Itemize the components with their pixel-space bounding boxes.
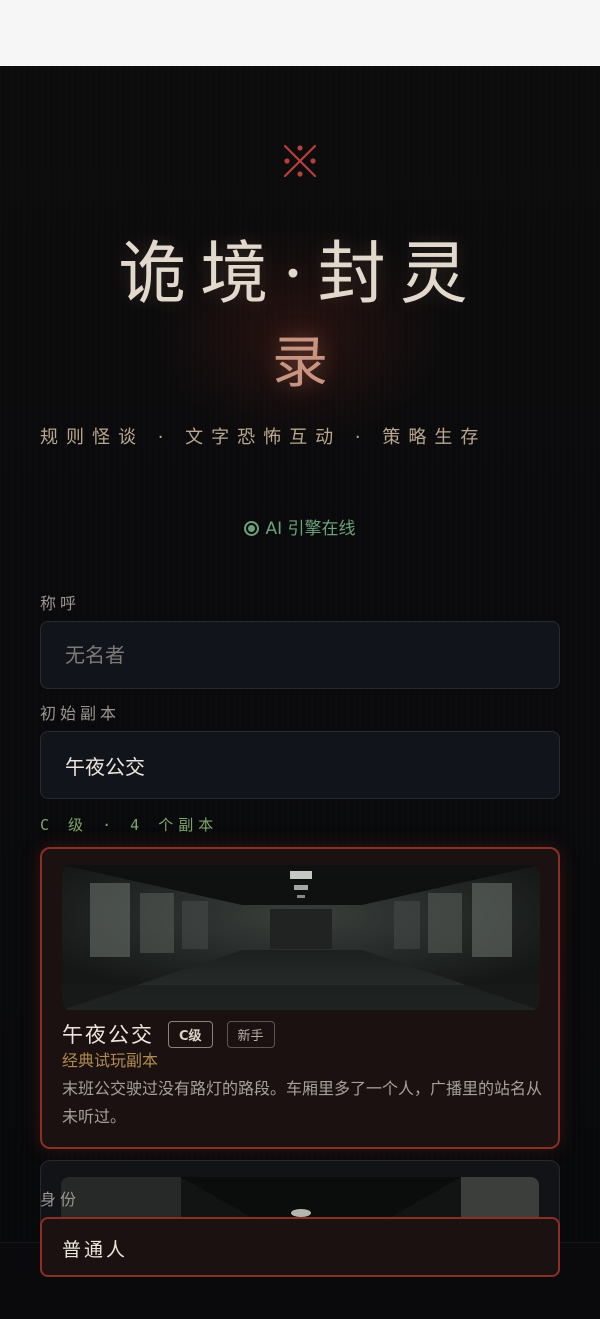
ai-status-indicator: AI 引擎在线 <box>0 514 600 539</box>
dungeon-count: C 级 · 4 个副本 <box>40 816 219 834</box>
identity-label: 身份 <box>40 1190 81 1209</box>
name-field[interactable] <box>40 621 560 689</box>
dungeon-label: 初始副本 <box>40 704 121 723</box>
dungeon-select[interactable]: 午夜公交 <box>40 731 560 799</box>
name-input[interactable] <box>65 643 535 667</box>
dungeon-select-value: 午夜公交 <box>65 754 145 779</box>
app-screen: 诡境·封灵 录 规则怪谈 · 文字恐怖互动 · 策略生存 AI 引擎在线 称呼 … <box>0 66 600 1319</box>
dungeon-tag: 经典试玩副本 <box>62 1051 159 1070</box>
bus-interior-image <box>62 865 540 1010</box>
app-subtitle: 规则怪谈 · 文字恐怖互动 · 策略生存 <box>40 427 487 448</box>
app-title-continued: 录 <box>272 331 328 396</box>
dungeon-card-midnight-bus[interactable]: 午夜公交 C级 新手 经典试玩副本 末班公交驶过没有路灯的路段。车厢里多了一个人… <box>40 847 560 1149</box>
card-title-row: 午夜公交 C级 新手 <box>62 1019 275 1049</box>
ai-status-text: AI 引擎在线 <box>265 519 356 539</box>
dungeon-name: 午夜公交 <box>62 1023 154 1047</box>
app-title: 诡境·封灵 <box>118 235 482 314</box>
name-label: 称呼 <box>40 594 81 613</box>
identity-select-value: 普通人 <box>62 1239 129 1261</box>
grade-badge: C级 <box>168 1020 213 1048</box>
ornament-x-icon <box>283 144 317 178</box>
identity-select[interactable]: 普通人 <box>40 1217 560 1277</box>
difficulty-badge: 新手 <box>226 1020 275 1048</box>
online-dot-icon <box>244 521 260 536</box>
dungeon-description: 末班公交驶过没有路灯的路段。车厢里多了一个人，广播里的站名从未听过。 <box>62 1079 543 1126</box>
